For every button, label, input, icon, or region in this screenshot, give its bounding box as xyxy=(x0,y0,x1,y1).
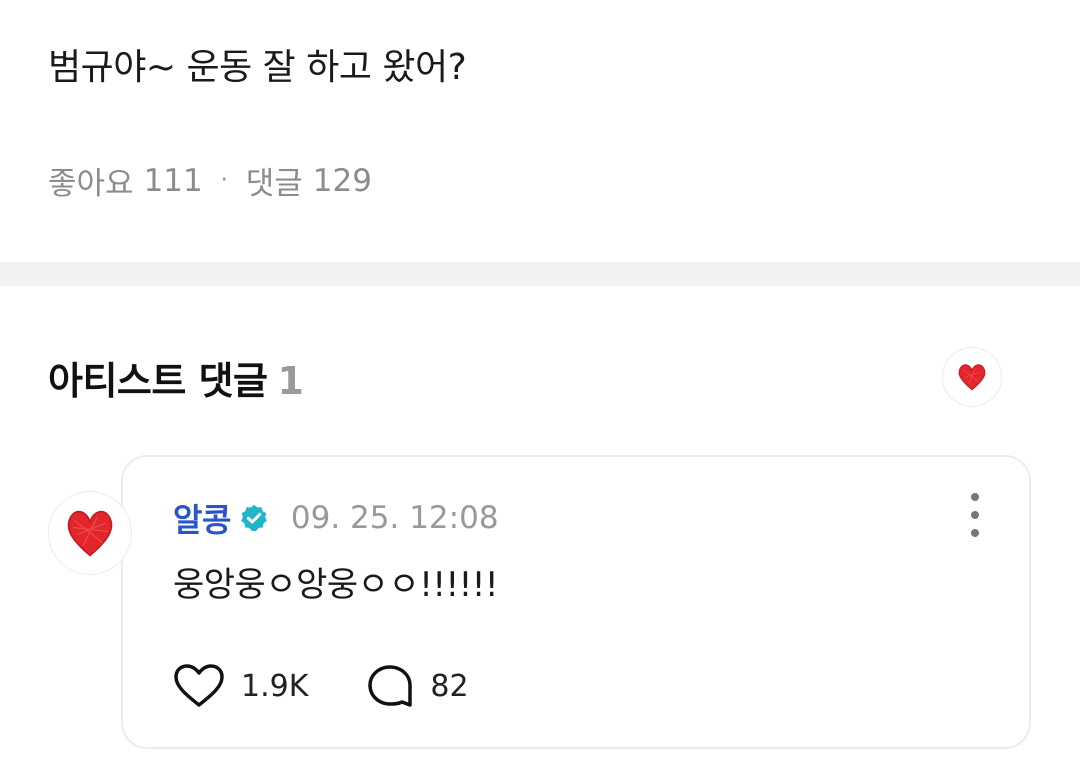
heart-outline-icon xyxy=(174,664,224,707)
speech-bubble-icon xyxy=(368,665,413,707)
more-vertical-icon-dot xyxy=(971,511,979,519)
author-name[interactable]: 알콩 xyxy=(173,495,231,541)
reply-button[interactable]: 82 xyxy=(366,663,469,709)
verified-badge-icon xyxy=(239,503,269,533)
avatar[interactable] xyxy=(48,491,132,575)
artist-comments-label: 아티스트 댓글 xyxy=(48,359,268,403)
more-options-button[interactable] xyxy=(965,493,985,537)
comment-header: 알콩 09. 25. 12:08 xyxy=(173,495,499,541)
red-heart-icon xyxy=(67,510,113,557)
artist-comment-card: 알콩 09. 25. 12:08 웅앙웅ㅇ앙웅ㅇㅇ!!!!!! 1.9K 82 xyxy=(121,455,1031,749)
post-meta: 좋아요 111 · 댓글 129 xyxy=(48,158,372,203)
comment-timestamp: 09. 25. 12:08 xyxy=(290,500,499,536)
red-heart-icon xyxy=(958,364,986,391)
artist-comments-count: 1 xyxy=(277,359,304,403)
likes-count: 111 xyxy=(143,162,203,199)
artist-comments-title: 아티스트 댓글 1 xyxy=(48,350,304,405)
like-count: 1.9K xyxy=(241,668,309,704)
meta-separator: · xyxy=(220,168,228,193)
more-vertical-icon-dot xyxy=(971,493,979,501)
artist-filter-button[interactable] xyxy=(942,347,1002,407)
comments-count: 129 xyxy=(312,162,372,199)
reply-count: 82 xyxy=(430,668,469,704)
comment-text: 웅앙웅ㅇ앙웅ㅇㅇ!!!!!! xyxy=(173,565,499,605)
post-text: 범규야~ 운동 잘 하고 왔어? xyxy=(48,47,467,88)
likes-label: 좋아요 xyxy=(48,166,134,202)
more-vertical-icon-dot xyxy=(971,529,979,537)
comments-label: 댓글 xyxy=(245,166,303,202)
like-button[interactable]: 1.9K xyxy=(173,663,308,709)
comment-actions: 1.9K 82 xyxy=(173,663,469,709)
section-divider xyxy=(0,262,1080,286)
